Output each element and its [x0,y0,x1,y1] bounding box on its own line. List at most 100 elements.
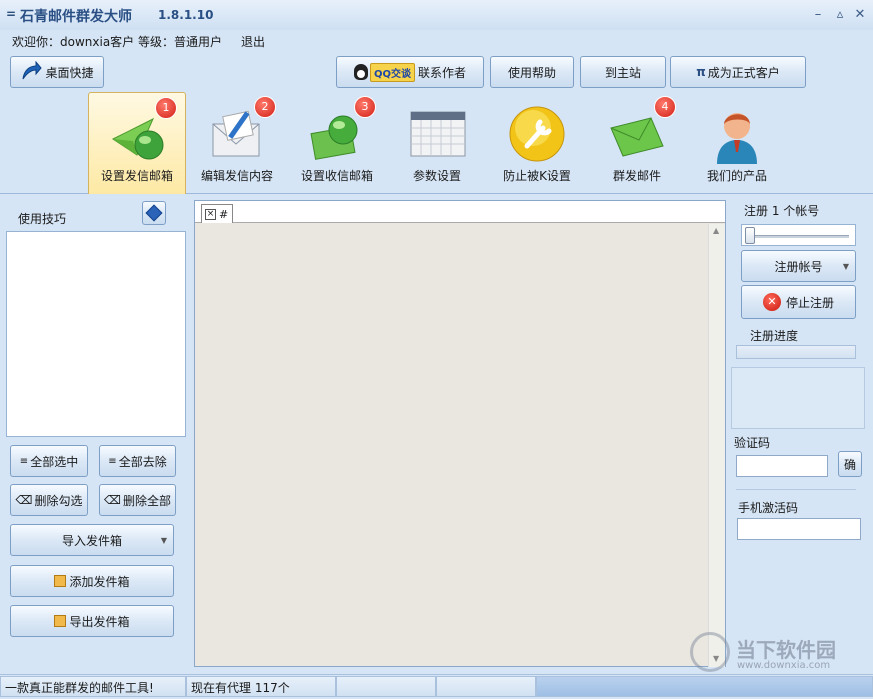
vertical-scrollbar[interactable]: ▲ ▼ [708,224,725,667]
tab-label-recipient-mailbox: 设置收信邮箱 [300,169,373,183]
tab-badge-3: 3 [354,96,376,118]
document-tab-label: # [219,207,229,221]
desktop-shortcut-label: 桌面快捷 [45,65,94,80]
delete-checked-button[interactable]: ⌫ 删除勾选 [10,484,88,516]
slider-thumb[interactable] [745,227,755,244]
desktop-shortcut-button[interactable]: 桌面快捷 [10,56,104,88]
divider [736,489,856,490]
pi-icon: π [696,65,706,79]
register-count-label: 注册 1 个帐号 [744,204,820,218]
select-all-button[interactable]: ≡ 全部选中 [10,445,88,477]
tab-parameters[interactable]: 参数设置 [388,92,486,194]
tab-label-anti-block: 防止被K设置 [503,169,571,183]
status-cell-empty-2 [436,676,536,697]
close-button[interactable]: ✕ [852,8,868,22]
welcome-text: 欢迎你：downxia客户 [12,35,135,49]
register-account-label: 注册帐号 [774,259,823,274]
status-cell-empty-1 [336,676,436,697]
register-account-button[interactable]: 注册帐号 ▼ [741,250,856,282]
tab-label-our-products: 我们的产品 [706,169,767,183]
delete-all-button[interactable]: ⌫ 删除全部 [99,484,176,516]
to-site-label: 到主站 [604,65,641,80]
export-outbox-label: 导出发件箱 [69,614,130,629]
tips-list[interactable] [6,231,186,437]
captcha-confirm-button[interactable]: 确 [838,451,862,477]
remove-all-icon: ≡ [108,455,117,467]
mobile-code-label: 手机激活码 [738,501,799,515]
slider-track [748,235,849,238]
status-proxy-count: 现在有代理 117个 [186,676,336,697]
tab-sender-mailbox[interactable]: 1 设置发信邮箱 [88,92,186,194]
export-outbox-button[interactable]: 导出发件箱 [10,605,174,637]
add-outbox-icon [54,575,67,587]
tab-our-products[interactable]: 我们的产品 [688,92,786,194]
become-official-label: 成为正式客户 [707,65,780,80]
dropdown-arrow-icon: ▼ [842,261,849,271]
progress-label: 注册进度 [750,329,799,343]
dropdown-arrow-icon: ▼ [160,535,167,545]
tab-edit-content[interactable]: 2 编辑发信内容 [188,92,286,194]
wrench-icon [509,106,565,162]
person-avatar-icon [717,113,757,164]
contact-author-button[interactable]: QQ交谈 联系作者 [336,56,484,88]
tips-label: 使用技巧 [18,212,67,226]
diamond-icon [145,204,163,222]
tab-anti-block[interactable]: 防止被K设置 [488,92,586,194]
export-outbox-icon [54,615,67,627]
tab-close-icon[interactable]: × [205,208,216,220]
scroll-up-icon[interactable]: ▲ [713,226,719,235]
register-log-box [731,367,865,429]
add-outbox-label: 添加发件箱 [69,574,130,589]
register-count-slider[interactable] [741,224,856,246]
eraser-icon: ⌫ [104,493,121,507]
mobile-code-input[interactable] [737,518,861,540]
info-bar: 欢迎你：downxia客户 等级：普通用户 退出 [0,30,873,50]
tips-button[interactable] [142,201,166,225]
tab-badge-4: 4 [654,96,676,118]
watermark-name: 当下软件园 [736,638,836,662]
minimize-button[interactable]: – [810,8,826,22]
tab-mass-send[interactable]: 4 群发邮件 [588,92,686,194]
qq-chat-badge: QQ交谈 [369,62,415,82]
add-outbox-button[interactable]: 添加发件箱 [10,565,174,597]
help-button[interactable]: 使用帮助 [490,56,574,88]
delete-checked-label: 删除勾选 [34,493,83,508]
tab-badge-2: 2 [254,96,276,118]
tab-recipient-mailbox[interactable]: 3 设置收信邮箱 [288,92,386,194]
remove-all-button[interactable]: ≡ 全部去除 [99,445,176,477]
tab-label-parameters: 参数设置 [412,169,461,183]
status-slogan: 一款真正能群发的邮件工具! [0,676,186,697]
captcha-confirm-label: 确 [843,457,856,472]
help-label: 使用帮助 [507,65,556,80]
system-menu-icon[interactable]: = [6,7,16,21]
eraser-icon: ⌫ [15,493,33,507]
contact-author-label: 联系作者 [418,65,467,80]
stop-register-button[interactable]: ✕ 停止注册 [741,285,856,319]
tab-label-sender-mailbox: 设置发信邮箱 [100,169,173,183]
captcha-label: 验证码 [734,436,771,450]
main-tab-strip: 1 设置发信邮箱 2 编辑发信内容 3 设置收信邮箱 参数设置 防止被K设置 4… [0,92,873,194]
restore-button[interactable]: ▵ [832,8,848,22]
register-progress-bar [736,345,856,359]
delete-all-label: 删除全部 [122,493,171,508]
shortcut-arrow-icon [22,61,43,80]
tab-label-edit-content: 编辑发信内容 [200,169,273,183]
document-tab[interactable]: × # [201,204,233,223]
tab-label-mass-send: 群发邮件 [612,169,661,183]
captcha-input[interactable] [736,455,828,477]
import-outbox-label: 导入发件箱 [61,533,122,548]
become-official-button[interactable]: π 成为正式客户 [670,56,806,88]
watermark-logo-icon [690,632,730,672]
import-outbox-button[interactable]: 导入发件箱 ▼ [10,524,174,556]
stop-x-icon: ✕ [762,293,781,311]
content-area[interactable] [194,200,726,667]
calendar-grid-icon [410,111,466,157]
select-all-label: 全部选中 [30,454,79,469]
logout-link[interactable]: 退出 [241,33,265,50]
document-tab-bar [195,201,725,223]
app-title: 石青邮件群发大师 [20,9,132,25]
status-cell-progress [536,676,873,697]
user-level: 等级：普通用户 [138,35,223,49]
to-site-button[interactable]: 到主站 [580,56,666,88]
qq-penguin-icon [353,64,368,80]
